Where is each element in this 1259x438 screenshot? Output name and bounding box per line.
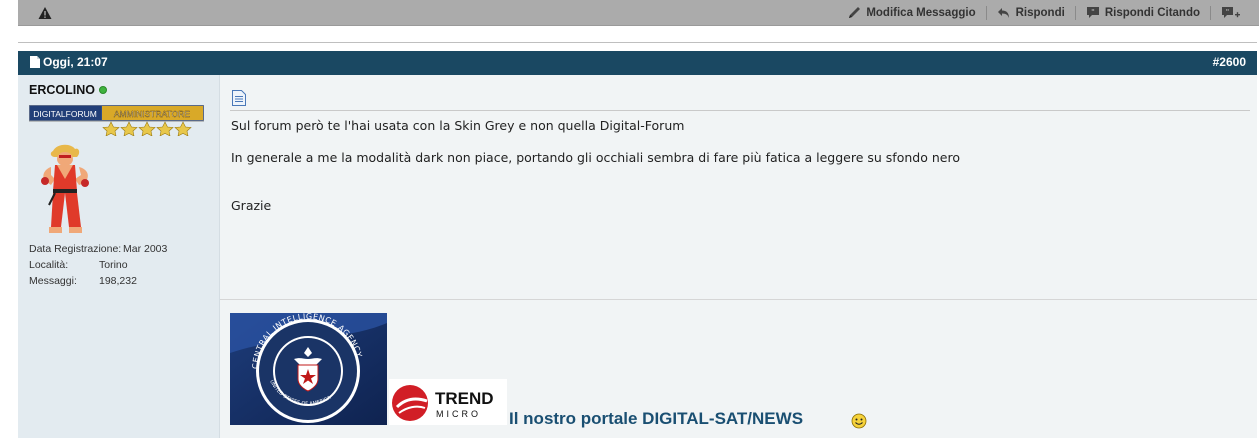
svg-text:": "	[1091, 8, 1095, 16]
reply-label: Rispondi	[1015, 7, 1065, 19]
portal-link[interactable]: Il nostro portale DIGITAL-SAT/NEWS	[509, 409, 803, 429]
post-date-text: Oggi, 21:07	[43, 55, 108, 69]
trend-brand: TREND	[435, 389, 494, 408]
reply-with-quote-button[interactable]: " Rispondi Citando	[1076, 0, 1210, 26]
user-field-value: Mar 2003	[123, 243, 168, 255]
post-icon	[232, 90, 246, 106]
online-status-icon	[98, 86, 107, 94]
quote-bubble-icon: "	[1086, 7, 1099, 18]
rank-badge: DIGITALFORUM AMMINISTRATORE	[29, 105, 204, 136]
post-message-line: In generale a me la modalità dark non pi…	[231, 150, 960, 165]
user-fields: Data Registrazione: Mar 2003 Località: T…	[29, 241, 167, 289]
reply-button[interactable]: Rispondi	[987, 0, 1075, 26]
post-header: Oggi, 21:07 #2600	[18, 51, 1257, 75]
rank-badge-left: DIGITALFORUM	[33, 109, 97, 119]
svg-text:": "	[1226, 8, 1230, 16]
post-message-line: Grazie	[231, 198, 272, 213]
post-content: Sul forum però te l'hai usata con la Ski…	[220, 75, 1257, 438]
username-link[interactable]: ERCOLINO	[29, 83, 95, 97]
post-toolbar: Modifica Messaggio Rispondi " Rispondi C…	[18, 0, 1259, 26]
trend-sub: MICRO	[436, 409, 481, 419]
user-field-row: Località: Torino	[29, 257, 167, 273]
multiquote-icon: "	[1222, 7, 1240, 18]
user-avatar[interactable]	[35, 143, 97, 241]
user-info-panel: ERCOLINO DIGITALFORUM AMMINISTRATORE Dat…	[18, 75, 220, 438]
smiley-icon	[851, 413, 867, 429]
reply-with-quote-label: Rispondi Citando	[1104, 7, 1200, 19]
modify-message-label: Modifica Messaggio	[866, 7, 976, 19]
user-field-label: Messaggi:	[29, 275, 77, 287]
username-block: ERCOLINO	[29, 83, 107, 97]
warning-icon[interactable]	[38, 6, 52, 20]
post-body: ERCOLINO DIGITALFORUM AMMINISTRATORE Dat…	[18, 75, 1257, 438]
reply-arrow-icon	[997, 8, 1009, 18]
document-icon	[30, 56, 40, 68]
user-field-label: Data Registrazione:	[29, 243, 122, 255]
post-date: Oggi, 21:07	[30, 55, 108, 69]
signature-divider	[220, 299, 1257, 300]
user-field-value: 198,232	[99, 275, 137, 287]
post-title-divider	[230, 110, 1250, 111]
trend-micro-logo[interactable]: TREND MICRO	[389, 379, 507, 425]
multiquote-button[interactable]: "	[1211, 0, 1249, 26]
user-field-value: Torino	[99, 259, 128, 271]
modify-message-button[interactable]: Modifica Messaggio	[837, 0, 985, 26]
user-field-row: Messaggi: 198,232	[29, 273, 167, 289]
user-field-label: Località:	[29, 259, 69, 271]
pencil-icon	[849, 7, 861, 18]
post-number-link[interactable]: #2600	[1213, 55, 1246, 69]
divider	[18, 42, 1257, 43]
post-message-line: Sul forum però te l'hai usata con la Ski…	[231, 118, 685, 133]
cia-seal-image[interactable]: CENTRAL INTELLIGENCE AGENCY UNITED STATE…	[230, 313, 387, 425]
rank-badge-right: AMMINISTRATORE	[114, 109, 191, 119]
user-field-row: Data Registrazione: Mar 2003	[29, 241, 167, 257]
